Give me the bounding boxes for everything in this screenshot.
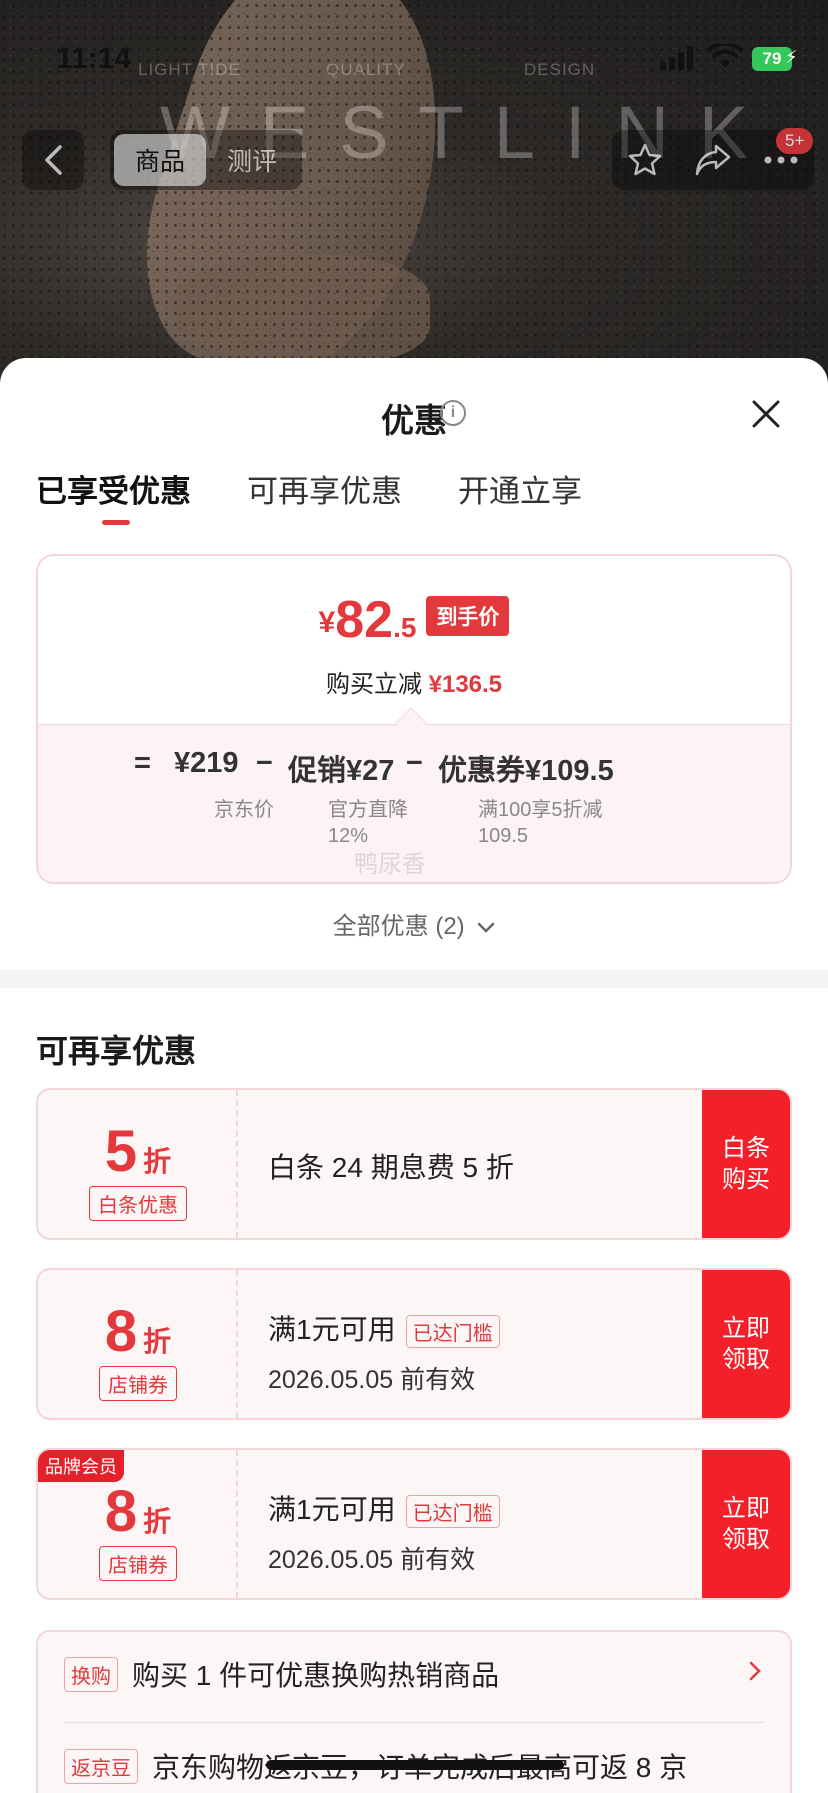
status-bar: 11:14 79 ⚡ [0,0,828,110]
discount-unit: 折 [143,1326,172,1357]
tab-enjoyed-offers[interactable]: 已享受优惠 [36,466,191,525]
discount-unit: 折 [143,1506,172,1537]
discount-rate: 8 [104,1479,138,1544]
coupon-condition: 满1元可用 已达门槛 [268,1308,500,1349]
exchange-offer-row[interactable]: 换购 购买 1 件可优惠换购热销商品 [64,1654,499,1694]
chevron-right-icon[interactable] [748,1660,762,1682]
exchange-tag: 换购 [64,1656,118,1692]
coupon-type: 店铺券 [99,1366,177,1401]
coupon-expiry: 2026.05.05 前有效 [268,1546,476,1574]
share-icon[interactable] [694,143,732,177]
section-divider [0,970,828,988]
message-badge: 5+ [776,128,814,154]
info-icon[interactable]: i [440,400,466,426]
price-decimal: .5 [393,612,417,643]
coupon-card-store: 8折 店铺券 满1元可用 已达门槛 2026.05.05 前有效 立即 领取 [36,1268,792,1420]
discount-rate: 8 [104,1299,138,1364]
coupon-card-baitiao: 5折 白条优惠 白条 24 期息费 5 折 白条 购买 [36,1088,792,1240]
threshold-met-badge: 已达门槛 [405,1495,500,1529]
back-button[interactable] [22,130,84,190]
promo-label-line-1: 官方直降 [328,799,408,821]
baitiao-buy-button[interactable]: 白条 购买 [702,1090,790,1238]
promo-amount: 促销¥27 [288,755,395,787]
all-offers-label: 全部优惠 (2) [332,913,465,940]
coupon-amount: 优惠券¥109.5 [438,755,614,787]
home-indicator [266,1760,564,1770]
tab-activate-offers[interactable]: 开通立享 [458,466,582,511]
star-icon[interactable] [627,142,663,178]
claim-coupon-button[interactable]: 立即 领取 [702,1450,790,1598]
coupon-type: 店铺券 [99,1546,177,1581]
chevron-left-icon [45,145,62,175]
status-time: 11:14 [56,42,132,75]
jd-bean-tag: 返京豆 [64,1748,138,1784]
coupon-condition-text: 满1元可用 [268,1314,396,1345]
final-price-tag: 到手价 [426,596,510,636]
jd-price: ¥219 [174,747,239,779]
coupon-label-line-1: 满100享5折减 [478,799,603,821]
threshold-met-badge: 已达门槛 [405,1315,500,1349]
sheet-title: 优惠 [381,402,447,439]
coupon-type: 白条优惠 [89,1186,187,1221]
reduction-label: 购买立减 [325,671,422,698]
charging-icon: ⚡ [785,47,798,67]
coupon-description: 白条 24 期息费 5 折 [268,1152,514,1183]
jd-price-label: 京东价 [214,799,274,821]
formula-equals: = [134,747,151,779]
chevron-down-icon [478,922,495,933]
formula-minus-1: − [256,747,273,779]
coupon-expiry: 2026.05.05 前有效 [268,1366,476,1394]
offers-sheet: 优惠 i 已享受优惠 可再享优惠 开通立享 ¥ 82 .5 到手价 购买立减 ¥… [0,358,828,1793]
price-currency: ¥ [318,606,336,639]
reduction-value: ¥136.5 [428,671,503,698]
coupon-card-member: 8折 店铺券 品牌会员 满1元可用 已达门槛 2026.05.05 前有效 立即领… [36,1448,792,1600]
product-review-tabs: 商品 测评 [110,130,302,190]
more-icon[interactable] [763,155,799,165]
coupon-condition: 满1元可用 已达门槛 [268,1488,500,1529]
all-offers-link[interactable]: 全部优惠 (2) [0,906,828,941]
more-offers-section-title: 可再享优惠 [36,1033,197,1069]
instant-reduction: 购买立减 ¥136.5 [38,664,790,699]
watermark: 鸭尿香 [354,851,426,878]
formula-minus-2: − [406,747,423,779]
close-icon[interactable] [748,396,784,432]
coupon-label-line-2: 109.5 [478,825,529,847]
coupon-label: 满100享5折减 109.5 [478,797,603,849]
cellular-signal-icon [660,46,696,70]
brand-member-tag: 品牌会员 [38,1450,124,1482]
discount-rate: 5 [104,1119,138,1184]
promo-label: 官方直降 12% [328,797,408,849]
offer-tabs: 已享受优惠 可再享优惠 开通立享 [36,466,582,525]
final-price: ¥ 82 .5 到手价 [38,594,790,646]
tab-product[interactable]: 商品 [114,134,206,186]
wifi-icon [708,44,742,68]
tab-more-offers[interactable]: 可再享优惠 [247,466,402,511]
coupon-condition-text: 满1元可用 [268,1494,396,1525]
price-summary-card: ¥ 82 .5 到手价 购买立减 ¥136.5 = ¥219 − 促销¥27 −… [36,554,792,884]
claim-coupon-button[interactable]: 立即 领取 [702,1270,790,1418]
tab-review[interactable]: 测评 [206,134,298,186]
exchange-text: 购买 1 件可优惠换购热销商品 [132,1660,500,1691]
price-integer: 82 [335,591,394,649]
discount-unit: 折 [143,1146,172,1177]
